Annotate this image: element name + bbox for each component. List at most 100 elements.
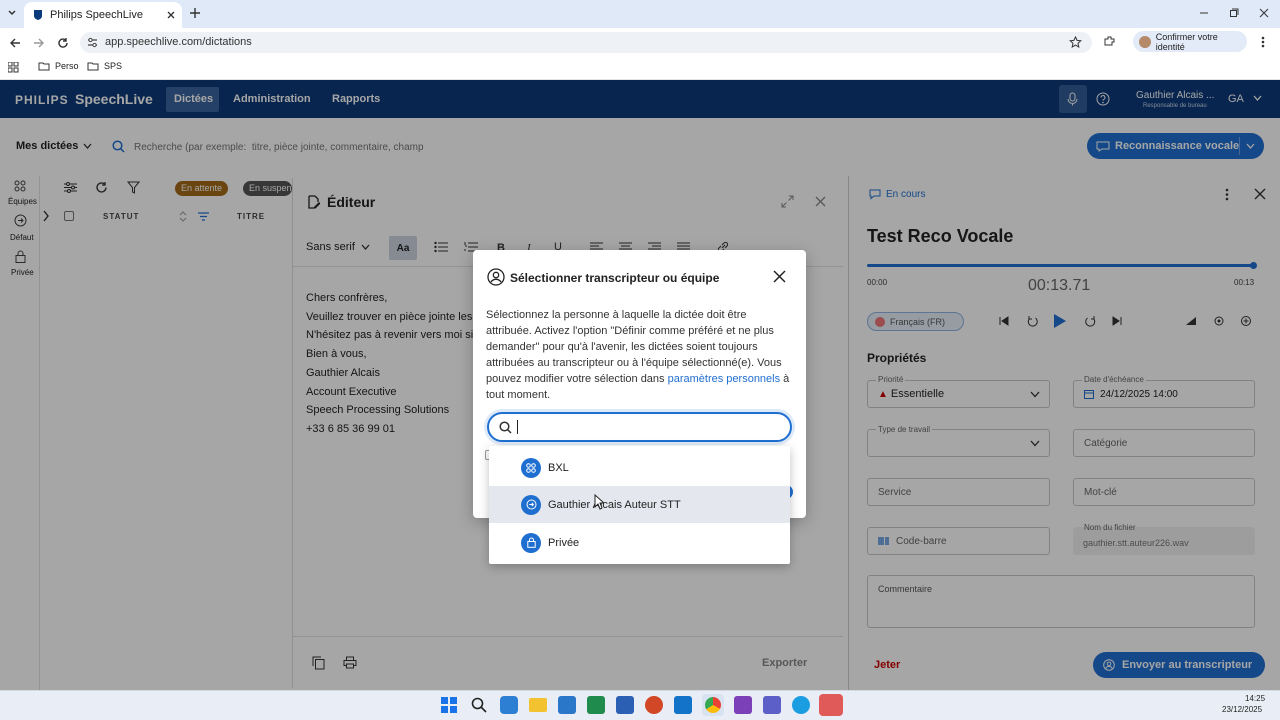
bookmark-sps[interactable]: SPS	[87, 61, 122, 71]
default-icon[interactable]	[14, 214, 27, 227]
assignee-search-input[interactable]	[487, 412, 792, 442]
nav-administration[interactable]: Administration	[233, 93, 311, 105]
close-detail-icon[interactable]	[1254, 188, 1266, 200]
user-initials-avatar[interactable]: GA	[1228, 93, 1244, 105]
app-icon[interactable]	[500, 696, 518, 714]
volume-icon[interactable]	[1185, 316, 1197, 326]
more-options-icon[interactable]	[1225, 188, 1229, 201]
extensions-icon[interactable]	[1103, 35, 1116, 48]
export-button[interactable]: Exporter	[762, 657, 807, 669]
browser-tab[interactable]: Philips SpeechLive	[24, 2, 182, 28]
keyword-field[interactable]: Mot-clé	[1073, 478, 1255, 506]
skip-end-icon[interactable]	[1112, 316, 1122, 326]
lock-icon[interactable]	[15, 250, 26, 263]
apps-grid-icon[interactable]	[8, 62, 19, 73]
bookmark-star-icon[interactable]	[1069, 36, 1082, 49]
language-select[interactable]: Français (FR)	[867, 312, 964, 331]
new-tab-icon[interactable]	[189, 7, 201, 19]
search-input[interactable]	[134, 138, 450, 156]
site-info-icon[interactable]	[87, 37, 98, 48]
expand-chevron-icon[interactable]	[42, 210, 50, 222]
due-date-field[interactable]: 24/12/2025 14:00	[1073, 380, 1255, 408]
voice-recognition-button[interactable]: Reconnaissance vocale	[1087, 133, 1264, 159]
app-active-icon[interactable]	[819, 694, 843, 716]
teams-icon[interactable]	[14, 180, 26, 192]
help-icon[interactable]	[1096, 92, 1110, 106]
outlook-icon[interactable]	[674, 696, 692, 714]
column-title[interactable]: TITRE	[237, 212, 265, 221]
progress-handle[interactable]	[1250, 262, 1257, 269]
app-icon[interactable]	[734, 696, 752, 714]
app-icon[interactable]	[558, 696, 576, 714]
category-field[interactable]: Catégorie	[1073, 429, 1255, 457]
search-icon[interactable]	[471, 697, 487, 713]
font-chevron-icon[interactable]	[361, 244, 370, 251]
refresh-icon[interactable]	[95, 181, 108, 194]
word-icon[interactable]	[616, 696, 634, 714]
excel-icon[interactable]	[587, 696, 605, 714]
close-tab-icon[interactable]	[166, 10, 176, 20]
comment-field[interactable]: Commentaire	[867, 575, 1255, 628]
rail-item-privee[interactable]: Privée	[11, 268, 34, 277]
settings-icon[interactable]	[1240, 315, 1252, 327]
voice-menu-chevron-icon[interactable]	[1246, 143, 1255, 150]
tab-list-chevron-icon[interactable]	[6, 7, 18, 19]
teams-app-icon[interactable]	[763, 696, 781, 714]
personal-settings-link[interactable]: paramètres personnels	[668, 373, 781, 385]
filter-sliders-icon[interactable]	[64, 182, 77, 193]
service-field[interactable]: Service	[867, 478, 1050, 506]
user-name[interactable]: Gauthier Alcais ...	[1136, 90, 1214, 101]
file-explorer-icon[interactable]	[529, 698, 547, 712]
chrome-icon[interactable]	[705, 697, 721, 713]
column-status[interactable]: STATUT	[103, 212, 139, 221]
user-menu-chevron-icon[interactable]	[1253, 95, 1262, 102]
send-to-transcriber-button[interactable]: Envoyer au transcripteur	[1093, 652, 1265, 678]
close-window-icon[interactable]	[1259, 8, 1269, 18]
close-editor-icon[interactable]	[815, 196, 826, 207]
rail-item-defaut[interactable]: Défaut	[10, 233, 34, 242]
windows-start-icon[interactable]	[441, 697, 457, 713]
forward-icon[interactable]	[33, 37, 45, 49]
option-privee[interactable]: Privée	[489, 524, 790, 561]
editor-content[interactable]: Chers confrères, Veuillez trouver en piè…	[306, 289, 486, 439]
option-gauthier[interactable]: Gauthier Alcais Auteur STT	[489, 486, 790, 523]
forward-icon[interactable]	[1085, 315, 1097, 327]
reload-icon[interactable]	[57, 37, 69, 49]
audio-progress-bar[interactable]	[867, 264, 1255, 267]
close-dialog-icon[interactable]	[773, 270, 786, 283]
view-selector[interactable]: Mes dictées	[16, 140, 78, 152]
play-icon[interactable]	[1053, 313, 1067, 329]
restore-icon[interactable]	[1229, 8, 1239, 18]
profile-button[interactable]: Confirmer votre identité	[1133, 31, 1247, 52]
speed-icon[interactable]	[1213, 315, 1225, 327]
skip-start-icon[interactable]	[999, 316, 1009, 326]
rewind-icon[interactable]	[1026, 315, 1038, 327]
rail-item-equipes[interactable]: Équipes	[8, 197, 37, 206]
sort-icon[interactable]	[179, 211, 187, 222]
print-icon[interactable]	[343, 656, 357, 669]
chip-en-attente[interactable]: En attente	[175, 181, 229, 196]
nav-dictees[interactable]: Dictées	[174, 93, 213, 105]
back-icon[interactable]	[9, 37, 21, 49]
barcode-field[interactable]: Code-barre	[867, 527, 1050, 555]
powerpoint-icon[interactable]	[645, 696, 663, 714]
font-select[interactable]: Sans serif	[306, 241, 355, 253]
minimize-icon[interactable]	[1199, 8, 1209, 18]
funnel-icon[interactable]	[127, 181, 140, 194]
maximize-icon[interactable]	[781, 195, 794, 208]
column-filter-icon[interactable]	[198, 212, 209, 221]
nav-rapports[interactable]: Rapports	[332, 93, 380, 105]
bullet-list-icon[interactable]	[434, 241, 448, 253]
copy-icon[interactable]	[312, 656, 325, 670]
view-chevron-icon[interactable]	[83, 143, 92, 150]
browser-menu-icon[interactable]	[1261, 36, 1265, 48]
address-bar[interactable]: app.speechlive.com/dictations	[80, 32, 1092, 53]
microphone-button[interactable]	[1059, 85, 1087, 113]
discard-button[interactable]: Jeter	[874, 659, 900, 671]
option-bxl[interactable]: BXL	[489, 449, 790, 486]
chip-en-suspens[interactable]: En suspens	[243, 181, 292, 196]
bookmark-perso[interactable]: Perso	[38, 61, 79, 71]
select-all-checkbox[interactable]	[64, 211, 74, 221]
text-size-icon[interactable]: Aa	[389, 236, 417, 260]
priority-select[interactable]: ▲ Essentielle	[867, 380, 1050, 408]
